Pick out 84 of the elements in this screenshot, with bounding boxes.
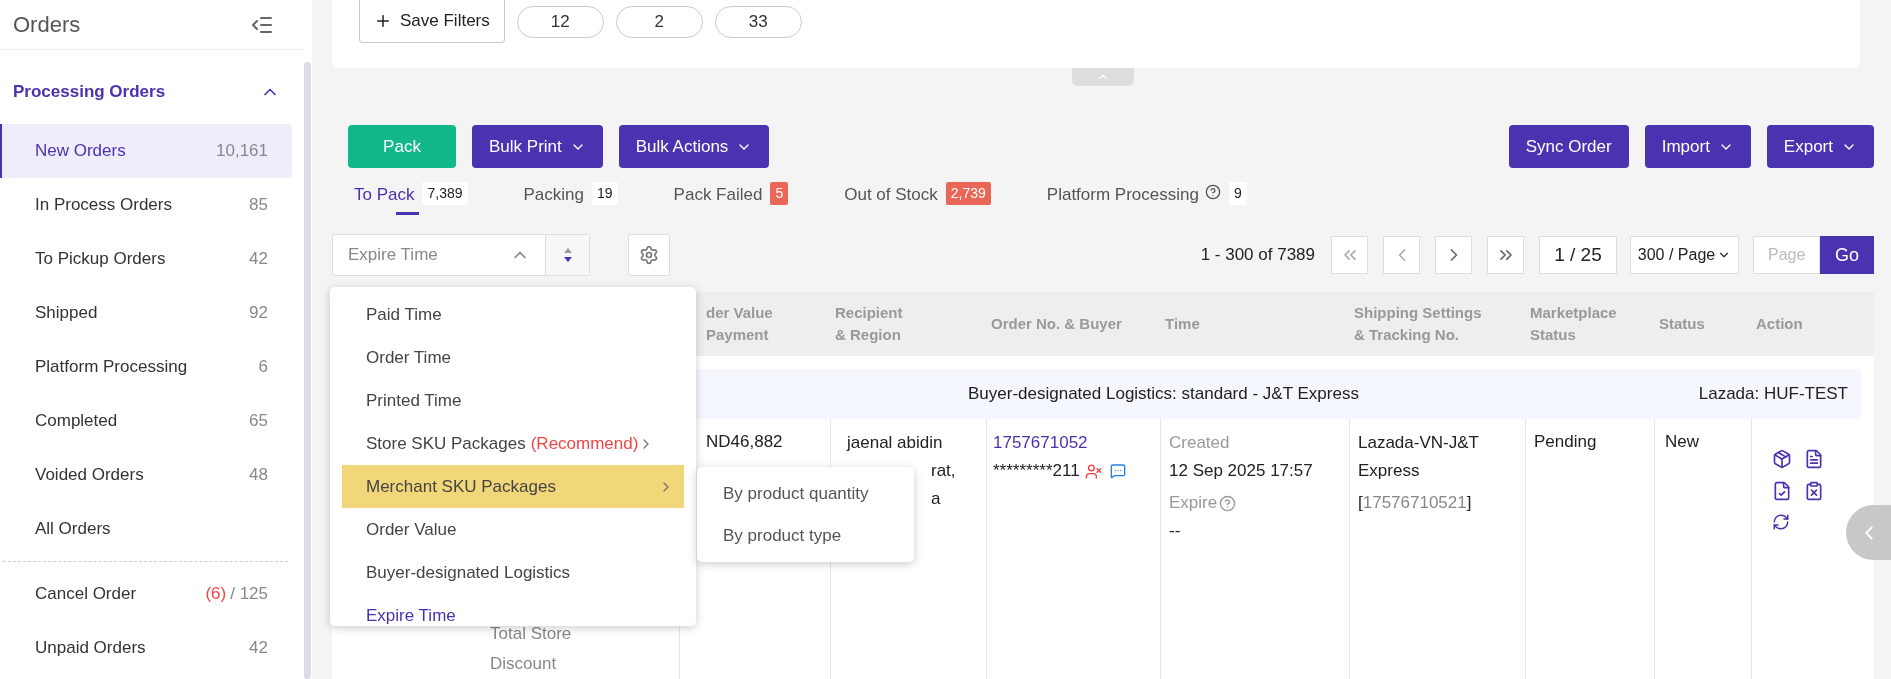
expire-label: Expire	[1169, 492, 1218, 514]
package-icon[interactable]	[1772, 449, 1792, 469]
section-header[interactable]: Processing Orders	[0, 50, 304, 124]
sidebar-item[interactable]: All Orders	[0, 502, 292, 556]
settings-button[interactable]	[628, 234, 670, 276]
action-button[interactable]: Sync Order	[1508, 125, 1629, 169]
column-header: Status	[1659, 314, 1706, 334]
count-badge: 19	[592, 182, 618, 206]
column-header: Order No. & Buyer	[991, 314, 1123, 334]
pagination-button[interactable]	[1487, 236, 1524, 274]
scrollbar[interactable]	[304, 62, 311, 679]
page-size-select[interactable]: 300 / Page	[1630, 236, 1739, 274]
refresh-icon[interactable]	[1772, 513, 1790, 531]
sidebar-item[interactable]: To Pickup Orders 42	[0, 232, 292, 286]
page-input[interactable]: Page	[1753, 236, 1820, 274]
sidebar-item[interactable]: Unpaid Orders 42	[0, 621, 292, 675]
recipient-region: rat,	[930, 460, 957, 482]
sidebar-item[interactable]: In Process Orders 85	[0, 178, 292, 232]
count-badge: 7,389	[422, 182, 468, 206]
clipboard-x-icon[interactable]	[1804, 481, 1824, 501]
order-value: ND46,882	[706, 432, 783, 451]
page-range: 1 - 300 of 7389	[1200, 244, 1315, 267]
sort-option[interactable]: Printed Time	[342, 379, 684, 422]
discount-label: Total Store Discount	[490, 623, 573, 675]
created-time: 12 Sep 2025 17:57	[1169, 460, 1314, 482]
sort-order-icon[interactable]	[562, 247, 573, 263]
sort-select[interactable]: Expire Time	[332, 234, 590, 276]
expire-time: --	[1169, 520, 1182, 542]
message-icon[interactable]	[1109, 463, 1126, 479]
document-icon[interactable]	[1804, 449, 1824, 469]
user-blocked-icon[interactable]	[1084, 462, 1102, 480]
sidebar-item[interactable]: Shipped 92	[0, 286, 292, 340]
count-badge: 5	[770, 182, 789, 206]
marketplace-status: Pending	[1534, 432, 1597, 451]
logistics-label: Buyer-designated Logistics: standard - J&T Express	[968, 383, 1359, 406]
tab[interactable]: Packing 19	[523, 177, 618, 220]
sort-option[interactable]: Buyer-designated Logistics	[342, 551, 684, 594]
carrier-name: Lazada-VN-J&T Express	[1358, 432, 1480, 482]
help-icon	[1204, 184, 1221, 201]
tracking-number: [17576710521]	[1358, 493, 1472, 512]
sort-option[interactable]: Expire Time	[342, 594, 684, 626]
tab[interactable]: Platform Processing 9	[1046, 177, 1247, 220]
settings-icon	[639, 245, 659, 265]
tab[interactable]: Out of Stock 2,739	[844, 177, 991, 220]
column-header: Time	[1165, 314, 1201, 334]
column-header: Marketplace Status	[1530, 303, 1618, 345]
tab[interactable]: Pack Failed 5	[673, 177, 789, 220]
buyer-id: *********211	[993, 460, 1080, 482]
tab[interactable]: To Pack 7,389	[354, 177, 468, 220]
document-check-icon[interactable]	[1772, 481, 1792, 501]
submenu-option[interactable]: By product type	[697, 515, 914, 557]
sidebar-item[interactable]: Completed 65	[0, 394, 292, 448]
count-badge: 2,739	[945, 182, 991, 206]
sort-option[interactable]: Paid Time	[342, 293, 684, 336]
sort-option[interactable]: Order Value	[342, 508, 684, 551]
submenu-option[interactable]: By product quantity	[697, 473, 914, 515]
sort-option[interactable]: Order Time	[342, 336, 684, 379]
sort-option[interactable]: Store SKU Packages (Recommend)	[342, 422, 684, 465]
column-header: Action	[1756, 314, 1804, 334]
order-status: New	[1665, 432, 1699, 451]
sidebar-item[interactable]: Cancel Order (6) / 125	[0, 567, 292, 621]
menu-button[interactable]: Bulk Actions	[618, 125, 770, 169]
sort-option[interactable]: Merchant SKU Packages	[342, 465, 684, 508]
sidebar-item[interactable]: New Orders 10,161	[0, 124, 292, 178]
collapse-handle[interactable]	[1072, 68, 1134, 87]
menu-button[interactable]: Export	[1766, 125, 1874, 169]
sidebar-item[interactable]: Platform Processing 6	[0, 340, 292, 394]
plus-icon	[374, 12, 392, 30]
store-label: Lazada: HUF-TEST	[1698, 383, 1848, 406]
save-filters-button[interactable]: Save Filters	[359, 0, 505, 43]
page-indicator: 1 / 25	[1539, 236, 1617, 274]
column-header: Shipping Settings & Tracking No.	[1354, 303, 1483, 345]
count-badge: 9	[1228, 182, 1247, 206]
order-number-link[interactable]: 1757671052	[993, 429, 1088, 457]
menu-button[interactable]: Bulk Print	[472, 125, 603, 169]
menu-button[interactable]: Import	[1644, 125, 1751, 169]
column-header: Recipient & Region	[835, 303, 904, 345]
recipient-name: jaenal abidin	[847, 432, 944, 454]
help-icon	[1219, 494, 1237, 512]
sidebar-title: Orders	[13, 11, 81, 39]
go-button[interactable]: Go	[1820, 236, 1874, 274]
sidebar-item[interactable]: Voided Orders 48	[0, 448, 292, 502]
created-label: Created	[1169, 432, 1231, 454]
column-header: der Value Payment	[706, 303, 774, 345]
